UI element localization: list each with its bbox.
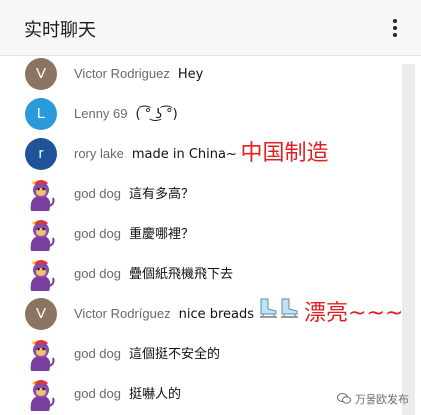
chat-message: V Victor Rodríguez nice breads 漂亮~~~ [0, 296, 402, 336]
more-vert-icon[interactable] [383, 14, 407, 42]
avatar[interactable]: r [25, 138, 57, 170]
message-text: 重慶哪裡？ [129, 227, 195, 242]
live-chat-panel: 实时聊天 V Victor Rodriguez Hey L Lenny 69 ( ͡… [0, 0, 421, 415]
message-content: god dog 挺嚇人的 [74, 376, 181, 412]
cartoon-monkey-icon[interactable] [25, 378, 57, 411]
message-text: 挺嚇人的 [129, 387, 182, 402]
avatar[interactable]: L [25, 98, 57, 130]
message-content: god dog 疊個紙飛機飛下去 [74, 256, 233, 292]
chat-message: god dog 疊個紙飛機飛下去 [0, 256, 402, 296]
message-author[interactable]: Lenny 69 [74, 106, 128, 121]
watermark: 万물欧发布 [336, 391, 409, 407]
message-text: Hey [177, 67, 204, 82]
watermark-text: 万물欧发布 [354, 393, 409, 406]
chat-message: L Lenny 69 ( ͡° ͜ʖ ͡°) [0, 96, 402, 136]
avatar[interactable]: V [25, 298, 57, 330]
message-text: 這個挺不安全的 [129, 347, 221, 362]
wechat-icon [336, 393, 351, 404]
message-content: god dog 這個挺不安全的 [74, 336, 220, 372]
message-content: god dog 重慶哪裡？ [74, 216, 194, 252]
scrollbar[interactable] [402, 64, 415, 415]
chat-title: 实时聊天 [24, 20, 96, 41]
cartoon-monkey-icon[interactable] [25, 218, 57, 251]
cartoon-monkey-icon[interactable] [25, 338, 57, 371]
message-text: ( ͡° ͜ʖ ͡°) [135, 107, 178, 122]
message-author[interactable]: god dog [74, 346, 121, 361]
message-content: rory lake made in China~ 中国制造 [74, 136, 329, 172]
message-content: Lenny 69 ( ͡° ͜ʖ ͡°) [74, 96, 178, 132]
message-author[interactable]: Victor Rodriguez [74, 66, 170, 81]
chat-message: r rory lake made in China~ 中国制造 [0, 136, 402, 176]
message-author[interactable]: rory lake [74, 146, 124, 161]
chat-message: god dog 這有多高？ [0, 176, 402, 216]
cartoon-monkey-icon[interactable] [25, 178, 57, 211]
cartoon-monkey-icon[interactable] [25, 258, 57, 291]
message-content: Victor Rodriguez Hey [74, 56, 203, 92]
message-author[interactable]: god dog [74, 386, 121, 401]
chat-message: V Victor Rodriguez Hey [0, 56, 402, 96]
message-text: nice breads [178, 307, 255, 322]
avatar[interactable]: V [25, 58, 57, 90]
message-text: made in China~ [131, 147, 237, 162]
message-text: 這有多高？ [129, 187, 195, 202]
message-author[interactable]: god dog [74, 266, 121, 281]
chat-message: god dog 重慶哪裡？ [0, 216, 402, 256]
message-content: god dog 這有多高？ [74, 176, 194, 212]
chat-header: 实时聊天 [0, 0, 421, 56]
message-author[interactable]: Victor Rodríguez [74, 306, 171, 321]
message-content: Victor Rodríguez nice breads 漂亮~~~ [74, 296, 402, 332]
message-list[interactable]: V Victor Rodriguez Hey L Lenny 69 ( ͡° ͜ʖ … [0, 56, 402, 415]
message-text: 疊個紙飛機飛下去 [129, 267, 234, 282]
message-author[interactable]: god dog [74, 226, 121, 241]
ice-skate-icon [258, 297, 302, 333]
message-annotation: 中国制造 [240, 141, 329, 166]
message-annotation: 漂亮~~~ [304, 301, 402, 326]
chat-message: god dog 這個挺不安全的 [0, 336, 402, 376]
message-author[interactable]: god dog [74, 186, 121, 201]
